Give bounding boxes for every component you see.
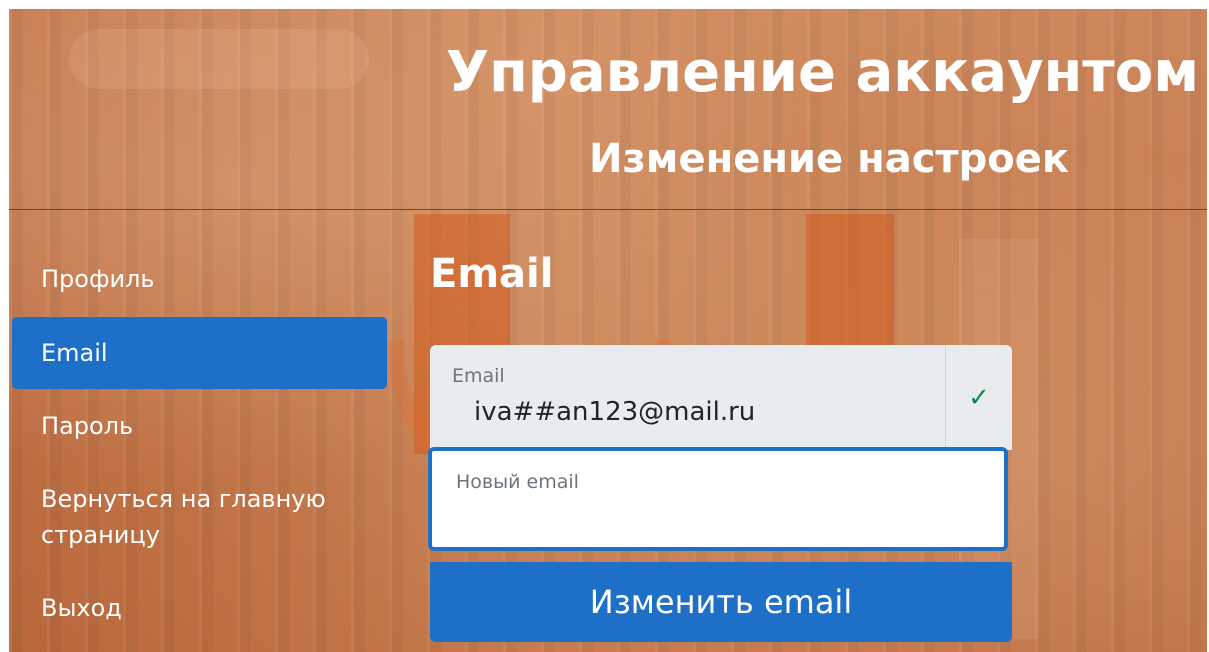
sidebar-item-password[interactable]: Пароль	[12, 391, 387, 462]
header-divider	[9, 209, 1207, 210]
new-email-input[interactable]	[432, 451, 1004, 547]
background-pipe	[69, 29, 369, 89]
current-email-label: Email	[452, 365, 505, 387]
account-page: Управление аккаунтом Изменение настроек …	[9, 9, 1207, 652]
sidebar-item-profile[interactable]: Профиль	[12, 244, 387, 315]
sidebar-nav: Профиль Email Пароль Вернуться на главну…	[12, 244, 387, 646]
page-subtitle: Изменение настроек	[589, 136, 1069, 182]
sidebar-item-email[interactable]: Email	[12, 317, 387, 389]
current-email-value: iva##an123@mail.ru	[474, 397, 756, 427]
checkmark-icon: ✓	[968, 382, 990, 413]
section-title: Email	[430, 251, 554, 297]
current-email-field: Email iva##an123@mail.ru	[430, 345, 946, 450]
current-email-group: Email iva##an123@mail.ru ✓	[430, 345, 1012, 450]
page-title: Управление аккаунтом	[445, 40, 1199, 105]
change-email-button[interactable]: Изменить email	[430, 562, 1012, 642]
sidebar-item-home[interactable]: Вернуться на главную страницу	[12, 464, 387, 571]
sidebar-item-logout[interactable]: Выход	[12, 573, 387, 644]
new-email-field: Новый email	[428, 447, 1008, 551]
